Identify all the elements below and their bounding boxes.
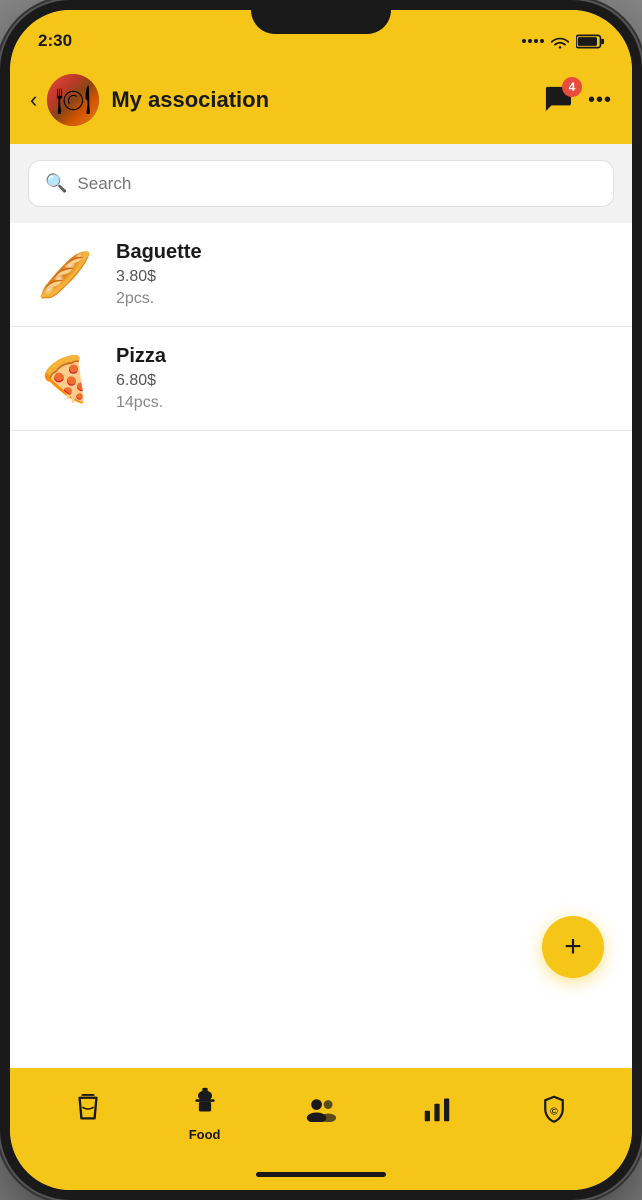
pizza-image: 🍕 — [30, 351, 100, 406]
pizza-name: Pizza — [116, 345, 166, 368]
home-bar — [256, 1172, 386, 1177]
signal-icon — [522, 39, 544, 43]
nav-item-food[interactable]: Food — [146, 1086, 262, 1142]
nav-item-drinks[interactable] — [30, 1094, 146, 1135]
baguette-info: Baguette 3.80$ 2pcs. — [116, 241, 202, 308]
food-list: 🥖 Baguette 3.80$ 2pcs. 🍕 Pizza 6.80$ 14p… — [10, 223, 632, 1068]
header: ‹ My association 4 ••• — [10, 64, 632, 144]
baguette-price: 3.80$ — [116, 268, 202, 286]
stats-icon — [423, 1096, 451, 1129]
search-input[interactable] — [77, 174, 597, 194]
nav-item-shield[interactable]: © — [496, 1095, 612, 1134]
status-time: 2:30 — [38, 31, 72, 51]
search-box: 🔍 — [28, 160, 614, 207]
food-nav-icon — [191, 1086, 219, 1123]
food-item-baguette[interactable]: 🥖 Baguette 3.80$ 2pcs. — [10, 223, 632, 327]
fab-container: + — [542, 916, 604, 978]
food-item-pizza[interactable]: 🍕 Pizza 6.80$ 14pcs. — [10, 327, 632, 431]
screen: 2:30 ‹ — [10, 10, 632, 1190]
home-indicator — [10, 1158, 632, 1190]
phone-frame: 2:30 ‹ — [0, 0, 642, 1200]
baguette-image: 🥖 — [30, 247, 100, 302]
shield-icon: © — [541, 1095, 567, 1130]
pizza-info: Pizza 6.80$ 14pcs. — [116, 345, 166, 412]
notifications-button[interactable]: 4 — [542, 85, 574, 116]
svg-text:©: © — [550, 1105, 558, 1117]
add-button[interactable]: + — [542, 916, 604, 978]
page-title: My association — [111, 87, 542, 113]
more-button[interactable]: ••• — [588, 89, 612, 112]
bottom-nav: Food — [10, 1068, 632, 1158]
search-container: 🔍 — [10, 144, 632, 223]
header-actions: 4 ••• — [542, 85, 612, 116]
baguette-qty: 2pcs. — [116, 290, 202, 308]
battery-icon — [576, 34, 604, 49]
baguette-name: Baguette — [116, 241, 202, 264]
search-icon: 🔍 — [45, 173, 67, 194]
nav-item-people[interactable] — [263, 1096, 379, 1133]
notch — [251, 0, 391, 34]
avatar — [47, 74, 99, 126]
people-icon — [305, 1096, 337, 1129]
back-button[interactable]: ‹ — [30, 87, 37, 113]
nav-item-stats[interactable] — [379, 1096, 495, 1133]
avatar-image — [47, 74, 99, 126]
status-icons — [522, 34, 604, 49]
content-area: 🔍 🥖 Baguette 3.80$ 2pcs. 🍕 — [10, 144, 632, 1068]
drinks-icon — [75, 1094, 101, 1131]
pizza-price: 6.80$ — [116, 372, 166, 390]
nav-label-food: Food — [189, 1127, 221, 1142]
pizza-qty: 14pcs. — [116, 394, 166, 412]
wifi-icon — [550, 34, 570, 49]
notification-badge: 4 — [562, 77, 582, 97]
